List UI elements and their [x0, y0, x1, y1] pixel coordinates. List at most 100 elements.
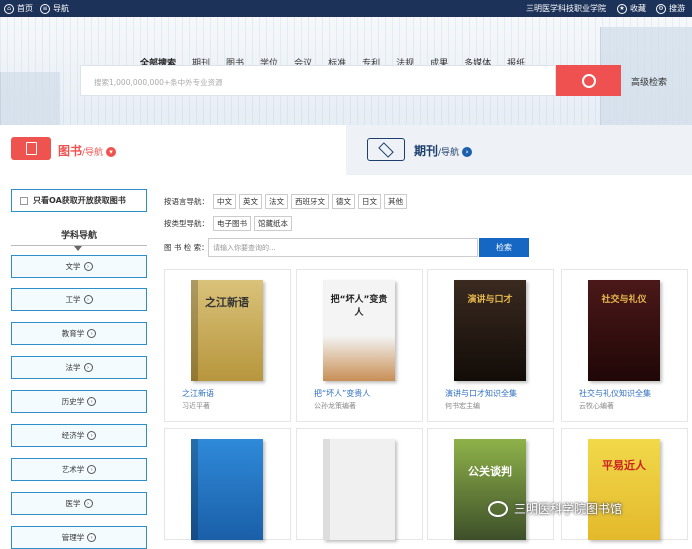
chevron-right-icon: ›	[87, 533, 97, 542]
book-tab-label: 图书	[58, 144, 83, 158]
lang-chip[interactable]: 中文	[213, 194, 236, 209]
resource-tabs: 图书/导航 ▾ 期刊/导航 ›	[0, 125, 692, 182]
watermark: 三明医科学院图书馆	[488, 500, 622, 517]
book-card[interactable]: 社交与礼仪 社交与礼仪知识全集 云牧心编著	[561, 269, 688, 422]
home-link[interactable]: ⌂ 首页	[4, 3, 33, 14]
subject-label: 历史学	[61, 397, 85, 406]
lang-chip[interactable]: 西班牙文	[291, 194, 329, 209]
subject-button[interactable]: 文学 ›	[11, 255, 147, 278]
chevron-right-icon: ›	[462, 147, 473, 157]
tab-book[interactable]: 图书/导航 ▾	[0, 125, 346, 182]
favorite-link[interactable]: ★ 收藏	[617, 3, 646, 14]
subject-button[interactable]: 经济学 ›	[11, 424, 147, 447]
nav-icon: ≡	[40, 3, 50, 14]
checkbox-icon	[20, 196, 28, 205]
book-cover	[191, 439, 263, 540]
shortcut-label: 搜游	[669, 4, 685, 13]
book-author: 云牧心编著	[579, 402, 614, 410]
book-cover: 之江新语	[191, 280, 263, 381]
chevron-right-icon: ›	[83, 295, 93, 304]
subject-label: 教育学	[61, 329, 85, 338]
cover-title: 之江新语	[205, 296, 249, 309]
type-chip[interactable]: 馆藏纸本	[254, 216, 292, 231]
favorite-label: 收藏	[630, 4, 646, 13]
type-chip[interactable]: 电子图书	[213, 216, 251, 231]
subject-button[interactable]: 工学 ›	[11, 288, 147, 311]
journal-tab-label: 期刊	[414, 144, 439, 158]
search-icon	[581, 73, 596, 88]
star-icon: ★	[617, 3, 627, 14]
chevron-right-icon: ›	[87, 329, 97, 338]
subject-button[interactable]: 教育学 ›	[11, 322, 147, 345]
subject-label: 文学	[65, 262, 81, 271]
journal-tab-sub: /导航	[438, 148, 460, 158]
cover-title: 把“坏人”变贵人	[330, 295, 388, 318]
book-author: 公孙龙策编著	[314, 402, 356, 410]
book-title[interactable]: 把“坏人”变贵人	[314, 388, 370, 399]
subject-nav-heading: 学科导航	[11, 228, 147, 246]
school-name: 三明医学科技职业学院	[526, 3, 606, 14]
subject-button[interactable]: 管理学 ›	[11, 526, 147, 549]
nav-link[interactable]: ≡ 导航	[40, 3, 69, 14]
main-search-input[interactable]: 搜索1,000,000,000+条中外专业资源	[80, 65, 556, 96]
oa-label: 只看OA获取开放获取图书	[33, 196, 126, 205]
cover-title: 平易近人	[602, 459, 646, 472]
wechat-icon	[488, 500, 508, 517]
cover-title: 公关谈判	[468, 465, 512, 478]
book-cover: 把“坏人”变贵人	[323, 280, 395, 381]
book-author: 习近平著	[182, 402, 210, 410]
lang-filter-label: 按语言导航：	[164, 197, 209, 206]
book-cover: 社交与礼仪	[588, 280, 660, 381]
book-title[interactable]: 社交与礼仪知识全集	[579, 388, 651, 399]
book-title[interactable]: 演讲与口才知识全集	[445, 388, 517, 399]
lang-chip[interactable]: 其他	[384, 194, 407, 209]
building-graphic-left	[0, 72, 60, 125]
chevron-right-icon: ›	[83, 363, 93, 372]
chevron-right-icon: ›	[87, 465, 97, 474]
oa-filter-checkbox[interactable]: 只看OA获取开放获取图书	[11, 189, 147, 212]
subject-button[interactable]: 艺术学 ›	[11, 458, 147, 481]
type-filter: 按类型导航： 电子图书 馆藏纸本	[164, 216, 295, 231]
search-button[interactable]	[556, 65, 621, 96]
book-author: 何书宏主编	[445, 402, 480, 410]
book-card[interactable]: 平易近人	[561, 428, 688, 540]
lang-chip[interactable]: 英文	[239, 194, 262, 209]
shortcut-link[interactable]: ⚙ 搜游	[656, 3, 685, 14]
subject-button[interactable]: 历史学 ›	[11, 390, 147, 413]
book-card[interactable]: 把“坏人”变贵人 把“坏人”变贵人 公孙龙策编著	[296, 269, 423, 422]
subject-label: 管理学	[61, 533, 85, 542]
book-title[interactable]: 之江新语	[182, 388, 214, 399]
book-search-button[interactable]: 检索	[479, 238, 529, 257]
cover-title: 社交与礼仪	[601, 295, 647, 305]
school-label: 三明医学科技职业学院	[526, 4, 606, 13]
book-search-label-text: 图 书 检 索：	[164, 243, 209, 252]
subject-button[interactable]: 医学 ›	[11, 492, 147, 515]
book-cover: 平易近人	[588, 439, 660, 540]
nav-label: 导航	[53, 4, 69, 13]
book-tab-title: 图书/导航 ▾	[58, 142, 117, 159]
book-card[interactable]: 公关谈判	[427, 428, 554, 540]
cover-title: 演讲与口才	[467, 295, 513, 305]
subject-button[interactable]: 法学 ›	[11, 356, 147, 379]
book-cover: 公关谈判	[454, 439, 526, 540]
book-search-input[interactable]: 请输入你要查询的...	[208, 238, 478, 257]
subject-label: 医学	[65, 499, 81, 508]
advanced-search-link[interactable]: 高级检索	[631, 75, 667, 88]
book-card[interactable]	[296, 428, 423, 540]
book-card[interactable]	[164, 428, 291, 540]
book-card[interactable]: 演讲与口才 演讲与口才知识全集 何书宏主编	[427, 269, 554, 422]
subject-sidebar: 只看OA获取开放获取图书 学科导航 文学 › 工学 › 教育学 › 法学 › 历史学 › …	[0, 175, 163, 549]
lang-chip[interactable]: 德文	[332, 194, 355, 209]
lang-chip[interactable]: 法文	[265, 194, 288, 209]
subject-label: 艺术学	[61, 465, 85, 474]
lang-chip[interactable]: 日文	[358, 194, 381, 209]
chevron-right-icon: ›	[87, 431, 97, 440]
watermark-text: 三明医科学院图书馆	[514, 502, 623, 516]
book-cover	[323, 439, 395, 540]
language-filter: 按语言导航： 中文 英文 法文 西班牙文 德文 日文 其他	[164, 194, 410, 209]
triangle-down-icon	[74, 246, 82, 255]
book-card[interactable]: 之江新语 之江新语 习近平著	[164, 269, 291, 422]
tab-journal[interactable]: 期刊/导航 ›	[414, 142, 473, 159]
chevron-right-icon: ›	[83, 499, 93, 508]
book-tab-sub: /导航	[82, 148, 104, 158]
